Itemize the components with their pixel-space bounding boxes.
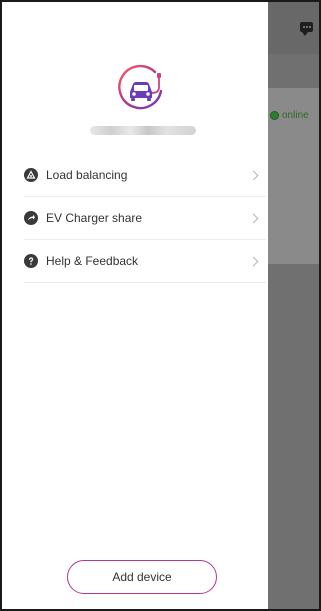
device-status: online [270,110,309,121]
menu-item-help-feedback[interactable]: Help & Feedback [24,240,266,283]
chevron-right-icon [248,213,259,223]
ev-charger-car-icon [118,64,163,110]
user-name-redacted [90,126,196,135]
menu-item-ev-charger-share[interactable]: EV Charger share [24,197,266,240]
help-icon [24,254,38,268]
share-icon [24,211,38,225]
screen-frame: online Load balancing EV Charger share H… [0,0,321,611]
online-status-dot-icon [270,111,279,120]
menu-item-load-balancing[interactable]: Load balancing [24,154,266,197]
background-app-overlay[interactable]: online [268,2,319,609]
menu-item-label: EV Charger share [46,211,143,225]
device-status-text: online [282,110,309,121]
navigation-drawer: Load balancing EV Charger share Help & F… [2,2,268,609]
load-balance-icon [24,168,38,182]
menu-item-label: Load balancing [46,168,128,182]
chat-bubble-icon[interactable] [300,22,313,36]
chevron-right-icon [248,256,259,266]
drawer-menu: Load balancing EV Charger share Help & F… [24,154,266,283]
chevron-right-icon [248,170,259,180]
add-device-button[interactable]: Add device [67,560,217,594]
menu-item-label: Help & Feedback [46,254,139,268]
